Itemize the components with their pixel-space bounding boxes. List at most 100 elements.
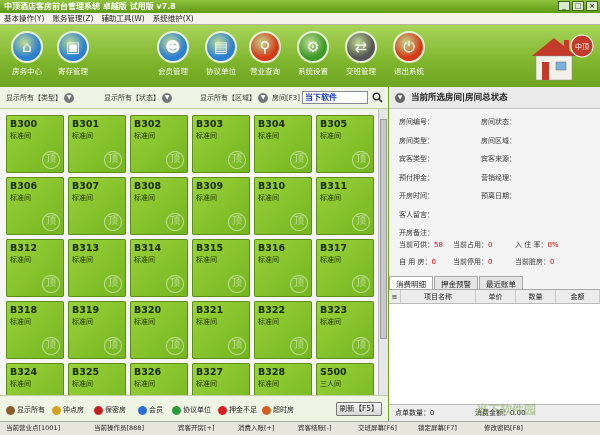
- toolbar-button-7[interactable]: ⏻ 退出系统: [386, 31, 432, 77]
- room-card[interactable]: B321 标准间顶: [192, 301, 250, 359]
- legend-label: 钟点房: [63, 406, 84, 414]
- room-search-input[interactable]: 当下软件: [302, 91, 368, 104]
- room-card[interactable]: B327标准间顶: [192, 363, 250, 395]
- status-item[interactable]: 修改密码[F8]: [484, 422, 523, 435]
- maximize-button[interactable]: □: [572, 1, 584, 11]
- room-card[interactable]: B300 标准间顶: [6, 115, 64, 173]
- room-number: B306: [10, 181, 38, 192]
- room-card[interactable]: S500三人间顶: [316, 363, 374, 395]
- toolbar-button-3[interactable]: ▤ 协议单位: [198, 31, 244, 77]
- col-item-name[interactable]: 项目名称: [401, 290, 476, 303]
- toolbar-button-6[interactable]: ⇄ 交班管理: [338, 31, 384, 77]
- room-type: 标准间: [72, 380, 93, 388]
- room-card[interactable]: B328标准间顶: [254, 363, 312, 395]
- room-card[interactable]: B324标准间顶: [6, 363, 64, 395]
- tab-consumption[interactable]: 消费明细: [389, 276, 433, 289]
- status-item[interactable]: 宾客结账[-]: [298, 422, 331, 435]
- room-type: 标准间: [258, 256, 279, 264]
- room-card[interactable]: B323 标准间顶: [316, 301, 374, 359]
- search-icon[interactable]: [372, 92, 383, 103]
- filter-area[interactable]: 显示所有【区域】 ▼: [200, 93, 269, 103]
- close-button[interactable]: ×: [586, 1, 598, 11]
- room-card[interactable]: B314 标准间顶: [130, 239, 188, 297]
- col-amount[interactable]: 金额: [556, 290, 600, 303]
- room-card[interactable]: B308 标准间顶: [130, 177, 188, 235]
- col-price[interactable]: 单价: [476, 290, 516, 303]
- room-card[interactable]: B311 标准间顶: [316, 177, 374, 235]
- menu-accounts[interactable]: 账务管理(Z): [52, 13, 93, 24]
- room-grid-scrollbar[interactable]: [378, 109, 388, 395]
- room-card[interactable]: B313 标准间顶: [68, 239, 126, 297]
- room-card[interactable]: B316 标准间顶: [254, 239, 312, 297]
- legend-item[interactable]: 保密房: [94, 405, 126, 415]
- field-label: 房间区域：: [481, 136, 516, 145]
- room-card[interactable]: B322 标准间顶: [254, 301, 312, 359]
- room-card[interactable]: B302 标准间顶: [130, 115, 188, 173]
- legend-item[interactable]: 协议单位: [172, 405, 211, 415]
- status-item[interactable]: 消费入账[+]: [238, 422, 275, 435]
- room-card[interactable]: B307 标准间顶: [68, 177, 126, 235]
- room-card[interactable]: B312 标准间顶: [6, 239, 64, 297]
- menu-basic[interactable]: 基本操作(Y): [4, 13, 44, 24]
- room-logo-icon: 顶: [290, 337, 308, 355]
- room-card[interactable]: B317 标准间顶: [316, 239, 374, 297]
- status-item[interactable]: 交班屏幕[F6]: [358, 422, 397, 435]
- stat-label: 自 用 房：: [399, 258, 432, 266]
- legend-label: 超时房: [273, 406, 294, 414]
- room-card[interactable]: B304 标准间顶: [254, 115, 312, 173]
- toolbar-button-0[interactable]: ⌂ 房务中心: [4, 31, 50, 77]
- status-item[interactable]: 宾客开房[+]: [178, 422, 215, 435]
- room-number: B315: [196, 243, 224, 254]
- tab-recent-bills[interactable]: 最近账单: [479, 276, 523, 289]
- room-number: B317: [320, 243, 348, 254]
- col-qty[interactable]: 数量: [516, 290, 556, 303]
- document-icon: ▤: [205, 31, 237, 63]
- bag-icon: ▣: [57, 31, 89, 63]
- chevron-down-icon[interactable]: ▼: [162, 93, 173, 103]
- room-logo-icon: 顶: [290, 275, 308, 293]
- toolbar-button-1[interactable]: ▣ 寄存管理: [50, 31, 96, 77]
- room-card[interactable]: B325标准间顶: [68, 363, 126, 395]
- chevron-down-icon[interactable]: ▼: [395, 93, 405, 103]
- legend-item[interactable]: 钟点房: [52, 405, 84, 415]
- toolbar-button-4[interactable]: ⚲ 营业查询: [242, 31, 288, 77]
- legend-item[interactable]: 押金不足: [218, 405, 257, 415]
- room-logo-icon: 顶: [166, 275, 184, 293]
- room-card[interactable]: B301 标准间顶: [68, 115, 126, 173]
- brand-badge: 中顶: [575, 42, 589, 51]
- room-number: B324: [10, 367, 38, 378]
- room-card[interactable]: B305 标准间顶: [316, 115, 374, 173]
- legend-item[interactable]: 显示所有: [6, 405, 45, 415]
- room-card[interactable]: B309 标准间顶: [192, 177, 250, 235]
- menu-tools[interactable]: 辅助工具(W): [101, 13, 144, 24]
- room-card[interactable]: B319 标准间顶: [68, 301, 126, 359]
- room-card[interactable]: B326标准间顶: [130, 363, 188, 395]
- chevron-down-icon[interactable]: ▼: [64, 93, 75, 103]
- room-stat: 当前脏房：0: [515, 257, 554, 267]
- legend-item[interactable]: 会员: [138, 405, 163, 415]
- tab-deposit-alert[interactable]: 押金预警: [434, 276, 478, 289]
- room-number: B308: [134, 181, 162, 192]
- minimize-button[interactable]: _: [558, 1, 570, 11]
- room-card[interactable]: B306 标准间顶: [6, 177, 64, 235]
- room-type: 标准间: [72, 256, 93, 264]
- stat-value: 0: [431, 258, 436, 266]
- status-item[interactable]: 锁定屏幕[F7]: [418, 422, 457, 435]
- room-card[interactable]: B320 标准间顶: [130, 301, 188, 359]
- toolbar-button-5[interactable]: ⚙ 系统设置: [290, 31, 336, 77]
- room-type: 标准间: [10, 380, 31, 388]
- filter-status[interactable]: 显示所有【状态】 ▼: [104, 93, 173, 103]
- filter-type[interactable]: 显示所有【类型】 ▼: [6, 93, 75, 103]
- room-card[interactable]: B310 标准间顶: [254, 177, 312, 235]
- scrollbar-thumb[interactable]: [380, 119, 387, 339]
- toolbar-button-2[interactable]: ☻ 会员管理: [150, 31, 196, 77]
- toolbar-button-label: 会员管理: [158, 67, 188, 76]
- filter-bar: 显示所有【类型】 ▼ 显示所有【状态】 ▼ 显示所有【区域】 ▼ 房间[F3] …: [0, 87, 388, 109]
- room-card[interactable]: B303 标准间顶: [192, 115, 250, 173]
- legend-item[interactable]: 超时房: [262, 405, 294, 415]
- refresh-button[interactable]: 刷新【F5】: [336, 402, 382, 416]
- room-card[interactable]: B315 标准间顶: [192, 239, 250, 297]
- room-card[interactable]: B318 标准间顶: [6, 301, 64, 359]
- chevron-down-icon[interactable]: ▼: [258, 93, 269, 103]
- menu-system[interactable]: 系统维护(X): [153, 13, 194, 24]
